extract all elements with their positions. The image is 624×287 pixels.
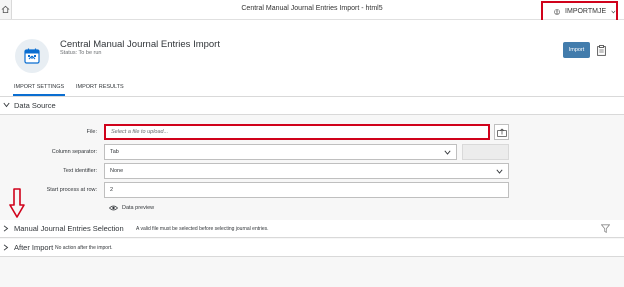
user-circle-icon [554,8,560,15]
file-label: File: [86,129,97,135]
selected-tab-indicator [13,94,65,96]
red-arrow-annotation [9,188,25,218]
eye-icon [109,205,118,211]
import-button[interactable]: Import [563,42,590,58]
data-preview-label: Data preview [122,205,155,211]
section-manual-selection-header[interactable]: Manual Journal Entries Selection A valid… [0,220,624,238]
section-data-source-header[interactable]: Data Source [0,97,624,115]
journal-entries-app-icon [15,39,49,73]
upload-button[interactable] [494,124,509,140]
tab-import-results[interactable]: IMPORT RESULTS [76,84,124,90]
shell-bar: Central Manual Journal Entries Import - … [0,0,624,22]
text-identifier-select[interactable]: None [104,163,509,179]
section-title: After Import [14,243,54,252]
column-separator-value: Tab [110,149,119,155]
status-text: Status: To be run [60,50,102,56]
chevron-down-icon [611,10,616,13]
chevron-down-icon [3,102,10,108]
file-input[interactable]: Select a file to upload... [104,124,490,140]
column-separator-label: Column separator: [51,149,97,155]
chevron-down-icon [496,169,503,174]
section-note: No action after the import. [55,245,113,251]
text-identifier-label: Text identifier: [63,168,97,174]
section-title: Data Source [14,101,56,110]
chevron-right-icon [3,244,9,251]
page-title: Central Manual Journal Entries Import [60,39,220,50]
page-background [0,257,624,287]
start-row-input[interactable]: 2 [104,182,509,198]
chevron-down-icon [444,150,451,155]
shell-title: Central Manual Journal Entries Import - … [241,5,383,12]
user-menu-button[interactable]: IMPORTMJE [541,1,618,22]
custom-separator-input [462,144,509,160]
column-separator-select[interactable]: Tab [104,144,457,160]
data-preview-link[interactable]: Data preview [109,205,154,211]
tab-bar: IMPORT SETTINGS IMPORT RESULTS [0,78,624,97]
section-title: Manual Journal Entries Selection [14,224,124,233]
chevron-right-icon [3,225,9,232]
filter-icon[interactable] [601,224,610,233]
section-after-import-header[interactable]: After Import No action after the import. [0,239,624,257]
object-header: Central Manual Journal Entries Import St… [0,20,624,78]
tab-import-settings[interactable]: IMPORT SETTINGS [14,84,64,90]
upload-icon [496,127,507,137]
text-identifier-value: None [110,168,124,174]
clipboard-icon[interactable] [597,45,606,56]
section-note: A valid file must be selected before sel… [136,226,269,232]
user-name: IMPORTMJE [565,8,607,15]
